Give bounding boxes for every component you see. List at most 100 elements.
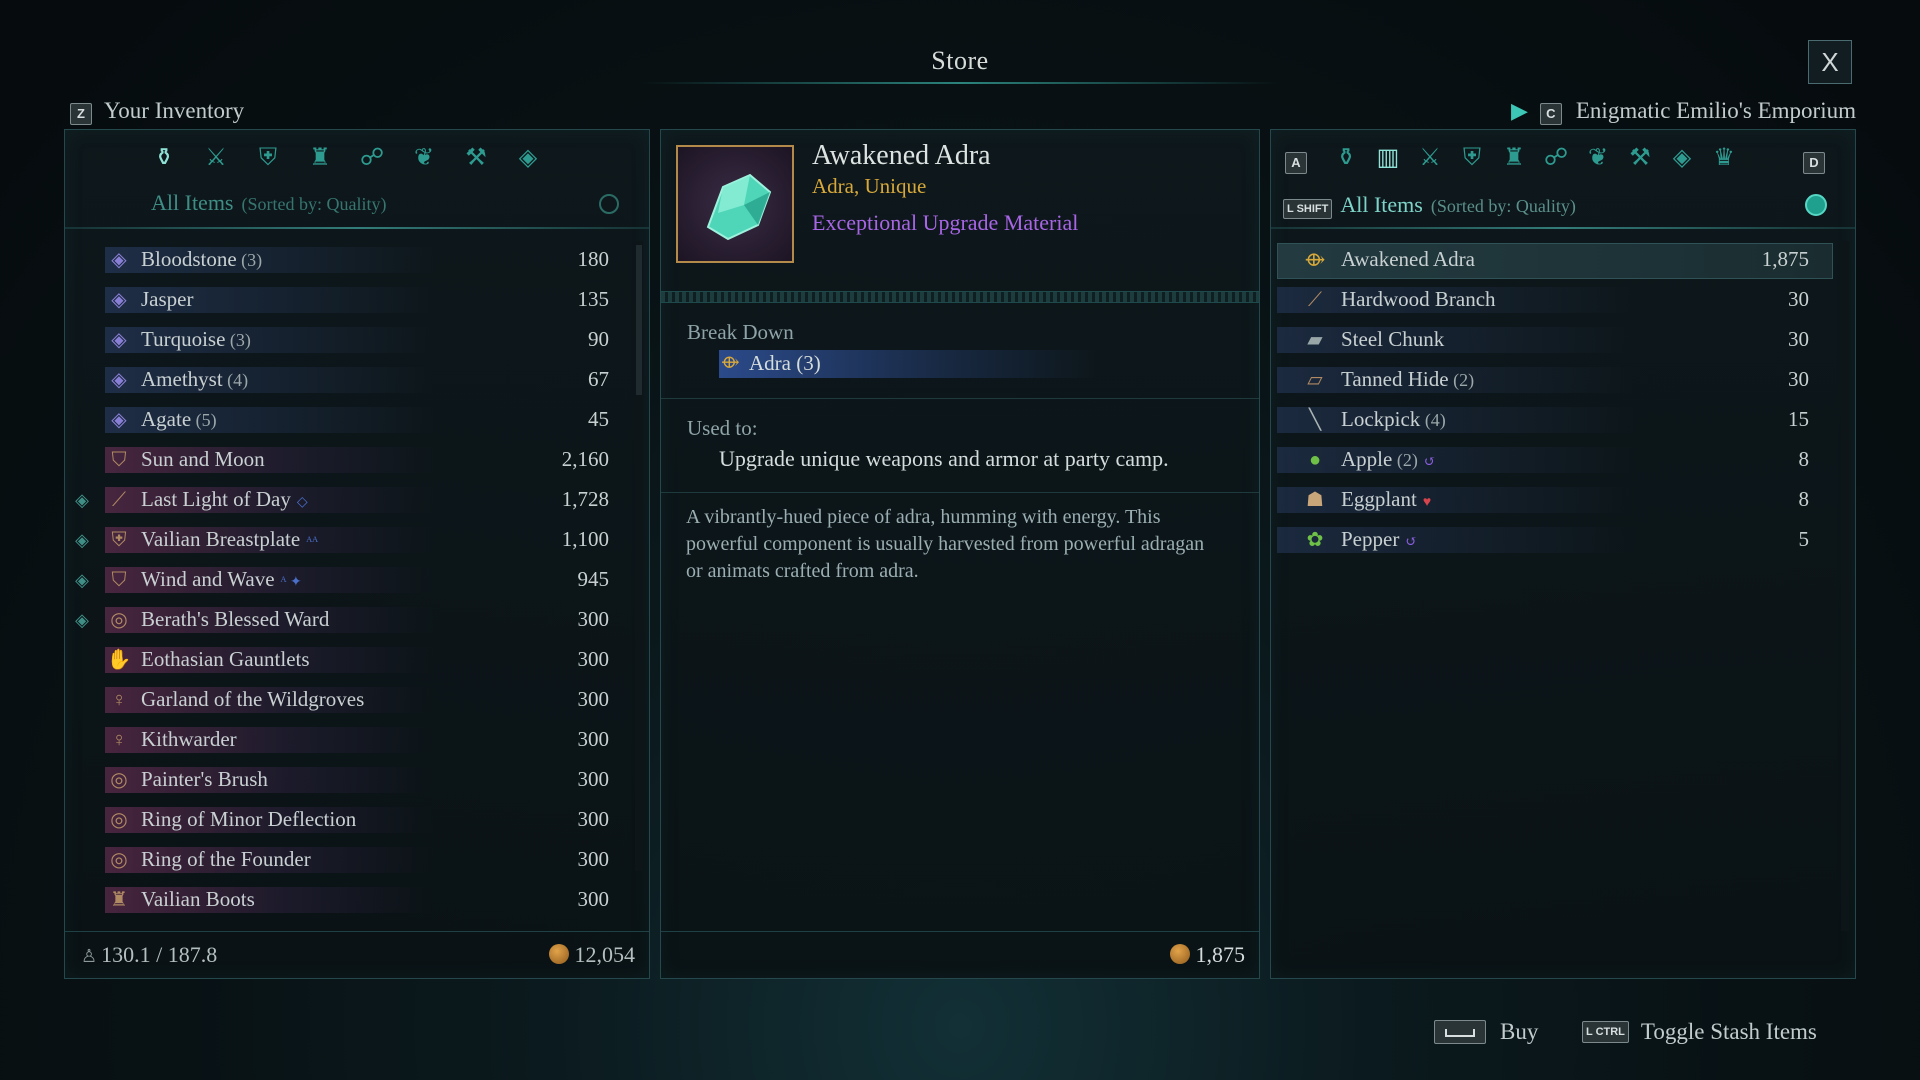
crate-icon[interactable]: ▥ bbox=[1373, 143, 1403, 173]
accessories-icon[interactable]: ☍ bbox=[1541, 143, 1571, 173]
armor-icon: ⛨ bbox=[111, 529, 127, 551]
toggle-stash-action[interactable]: L CTRL Toggle Stash Items bbox=[1582, 1019, 1817, 1045]
store-key[interactable]: C bbox=[1539, 103, 1562, 125]
item-name: Hardwood Branch bbox=[1341, 287, 1496, 312]
inventory-key[interactable]: Z bbox=[70, 103, 92, 125]
close-button[interactable]: X bbox=[1808, 40, 1852, 84]
inventory-row[interactable]: ⛉ Sun and Moon 2,160 bbox=[65, 441, 635, 479]
inventory-filter[interactable]: All Items (Sorted by: Quality) bbox=[151, 190, 386, 216]
weapons-icon[interactable]: ⚔ bbox=[1415, 143, 1445, 173]
break-down-item[interactable]: ⟴ Adra (3) bbox=[719, 350, 1099, 378]
ring-icon: ◎ bbox=[110, 809, 128, 831]
armor-icon[interactable]: ⛨ bbox=[1457, 143, 1487, 173]
item-name-text: Garland of the Wildgroves bbox=[141, 687, 365, 711]
store-category-bar: ⚱ ▥ ⚔ ⛨ ♜ ☍ ❦ ⚒ ◈ ♛ bbox=[1331, 143, 1771, 179]
item-name-text: Kithwarder bbox=[141, 727, 237, 751]
weight-value: 130.1 / 187.8 bbox=[101, 942, 218, 967]
coin-icon bbox=[1169, 944, 1190, 964]
store-row[interactable]: ▱ Tanned Hide (2) 30 bbox=[1271, 361, 1841, 399]
inventory-row[interactable]: ◈ Agate (5) 45 bbox=[65, 401, 635, 439]
store-row[interactable]: ⟴ Awakened Adra 1,875 bbox=[1271, 241, 1841, 279]
store-filter-label: All Items bbox=[1340, 192, 1423, 217]
inventory-row[interactable]: ◈ ⟋ Last Light of Day ◇ 1,728 bbox=[65, 481, 635, 519]
inventory-row[interactable]: ◈ ⛨ Vailian Breastplate ᴬᴬ 1,100 bbox=[65, 521, 635, 559]
item-name-text: Awakened Adra bbox=[1341, 247, 1475, 271]
equipped-icon: ◈ bbox=[75, 570, 89, 590]
buy-label: Buy bbox=[1500, 1019, 1539, 1044]
inventory-row[interactable]: ◈ ⛉ Wind and Wave ᴬ ✦ 945 bbox=[65, 561, 635, 599]
item-value: 15 bbox=[1788, 407, 1809, 431]
store-row[interactable]: ☗ Eggplant ♥ 8 bbox=[1271, 481, 1841, 519]
item-count: (4) bbox=[222, 370, 249, 390]
store-next-category[interactable]: D bbox=[1803, 152, 1825, 174]
inventory-header: Z Your Inventory bbox=[70, 98, 244, 125]
bag-icon[interactable]: ⚱ bbox=[149, 143, 179, 173]
item-name-text: Tanned Hide bbox=[1341, 367, 1449, 391]
item-name: Turquoise (3) bbox=[141, 327, 251, 352]
ingot-icon: ▰ bbox=[1307, 329, 1323, 351]
gem-icon[interactable]: ◈ bbox=[1667, 143, 1697, 173]
store-filter[interactable]: L SHIFT All Items (Sorted by: Quality) bbox=[1283, 192, 1576, 219]
boots-icon[interactable]: ♜ bbox=[305, 143, 335, 173]
spacebar-key[interactable] bbox=[1434, 1020, 1486, 1044]
store-row[interactable]: ⟋ Hardwood Branch 30 bbox=[1271, 281, 1841, 319]
boots-icon[interactable]: ♜ bbox=[1499, 143, 1529, 173]
item-name: Eothasian Gauntlets bbox=[141, 647, 310, 672]
gold-display: 12,054 bbox=[548, 942, 635, 968]
store-prev-category[interactable]: A bbox=[1285, 152, 1307, 174]
store-row[interactable]: ● Apple (2) ↺ 8 bbox=[1271, 441, 1841, 479]
inventory-row[interactable]: ◈ ◎ Berath's Blessed Ward 300 bbox=[65, 601, 635, 639]
weapons-icon[interactable]: ⚔ bbox=[201, 143, 231, 173]
armor-icon[interactable]: ⛨ bbox=[253, 143, 283, 173]
item-name: Awakened Adra bbox=[812, 140, 991, 171]
store-row[interactable]: ▰ Steel Chunk 30 bbox=[1271, 321, 1841, 359]
gauntlet-icon: ✋ bbox=[106, 649, 132, 671]
inventory-row[interactable]: ◎ Ring of Minor Deflection 300 bbox=[65, 801, 635, 839]
inventory-scrollbar[interactable] bbox=[635, 241, 643, 871]
inventory-row[interactable]: ♜ Vailian Boots 300 bbox=[65, 881, 635, 919]
anvil-icon[interactable]: ⚒ bbox=[1625, 143, 1655, 173]
inventory-row[interactable]: ◈ Bloodstone (3) 180 bbox=[65, 241, 635, 279]
store-row[interactable]: ╲ Lockpick (4) 15 bbox=[1271, 401, 1841, 439]
consumables-icon[interactable]: ❦ bbox=[409, 143, 439, 173]
gem-icon: ◈ bbox=[111, 409, 127, 431]
item-badge-icon: ♥ bbox=[1422, 495, 1432, 510]
gem-icon[interactable]: ◈ bbox=[513, 143, 543, 173]
store-header: ▶ C Enigmatic Emilio's Emporium bbox=[1511, 98, 1856, 125]
anvil-icon[interactable]: ⚒ bbox=[461, 143, 491, 173]
store-sort-toggle-icon[interactable] bbox=[1805, 194, 1827, 216]
crown-icon[interactable]: ♛ bbox=[1709, 143, 1739, 173]
scroll-thumb[interactable] bbox=[636, 245, 642, 395]
store-prev-key[interactable]: A bbox=[1285, 152, 1307, 174]
consumables-icon[interactable]: ❦ bbox=[1583, 143, 1613, 173]
item-badge-icon: ᴬᴬ bbox=[306, 535, 319, 550]
inventory-row[interactable]: ✋ Eothasian Gauntlets 300 bbox=[65, 641, 635, 679]
item-name-text: Lockpick bbox=[1341, 407, 1421, 431]
store-scrollbar[interactable] bbox=[1841, 241, 1849, 931]
adra-icon: ⟴ bbox=[1304, 249, 1326, 271]
item-name: Lockpick (4) bbox=[1341, 407, 1446, 432]
sort-toggle-icon[interactable] bbox=[599, 194, 619, 214]
item-description: A vibrantly-hued piece of adra, humming … bbox=[686, 506, 1205, 582]
item-name-text: Ring of the Founder bbox=[141, 847, 311, 871]
store-row[interactable]: ✿ Pepper ↺ 5 bbox=[1271, 521, 1841, 559]
title-divider bbox=[640, 82, 1280, 84]
accessories-icon[interactable]: ☍ bbox=[357, 143, 387, 173]
buy-action[interactable]: Buy bbox=[1434, 1019, 1538, 1045]
amulet-icon: ♀ bbox=[111, 689, 127, 711]
inventory-row[interactable]: ◈ Jasper 135 bbox=[65, 281, 635, 319]
inventory-row[interactable]: ◈ Amethyst (4) 67 bbox=[65, 361, 635, 399]
inventory-row[interactable]: ♀ Kithwarder 300 bbox=[65, 721, 635, 759]
lctrl-key[interactable]: L CTRL bbox=[1582, 1021, 1629, 1043]
item-badge-icon: ↺ bbox=[1423, 455, 1436, 470]
inventory-row[interactable]: ◎ Painter's Brush 300 bbox=[65, 761, 635, 799]
bag-icon[interactable]: ⚱ bbox=[1331, 143, 1361, 173]
item-name-text: Eothasian Gauntlets bbox=[141, 647, 310, 671]
store-next-key[interactable]: D bbox=[1803, 152, 1825, 174]
shift-key[interactable]: L SHIFT bbox=[1283, 199, 1333, 219]
item-value: 8 bbox=[1798, 487, 1810, 511]
inventory-row[interactable]: ◎ Ring of the Founder 300 bbox=[65, 841, 635, 879]
inventory-row[interactable]: ♀ Garland of the Wildgroves 300 bbox=[65, 681, 635, 719]
item-value: 90 bbox=[588, 327, 609, 351]
inventory-row[interactable]: ◈ Turquoise (3) 90 bbox=[65, 321, 635, 359]
